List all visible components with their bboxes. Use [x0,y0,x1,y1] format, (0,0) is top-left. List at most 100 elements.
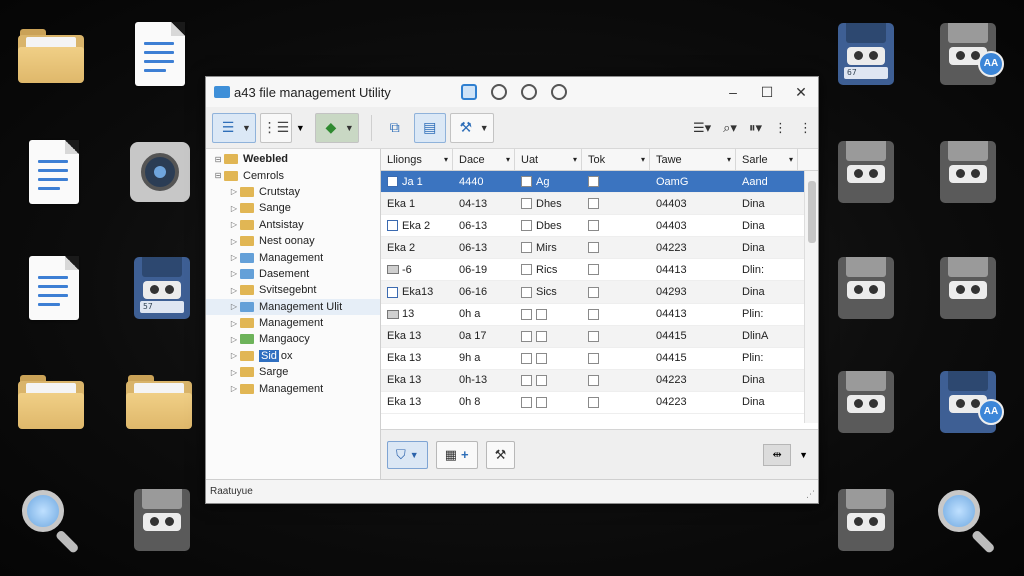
floppy-disk-icon[interactable]: 67 [834,18,898,90]
tree-node[interactable]: ▷ Svitsegebnt [206,282,380,298]
table-row[interactable]: Eka 13 9h a 04415 Plin: [381,348,818,370]
tools-action-button[interactable]: ⚒ [485,440,516,469]
tok-checkbox[interactable] [588,220,599,232]
tok-checkbox[interactable] [588,286,599,298]
tree-node[interactable]: ▷ Dasement [206,266,380,282]
tok-checkbox[interactable] [588,352,599,364]
expand-icon[interactable]: ▷ [228,368,240,377]
uat-checkbox[interactable] [521,352,532,364]
scrollbar-thumb[interactable] [808,181,816,243]
uat-checkbox-2[interactable] [536,374,547,386]
expand-icon[interactable]: ▷ [228,286,240,295]
floppy-disk-icon[interactable]: 57 [130,252,194,324]
settings-gear-icon[interactable] [490,84,507,100]
collapse-icon[interactable]: ⊟ [212,155,224,164]
document-icon[interactable] [22,252,86,324]
tok-checkbox[interactable] [588,198,599,210]
layout-toggle-button[interactable]: ⇹ [763,443,792,466]
document-icon[interactable] [22,136,86,208]
uat-checkbox-2[interactable] [536,352,547,364]
table-row[interactable]: Ja 1 4440 Ag OamG Aand [381,171,818,194]
tree-node[interactable]: ⊟ Weebled [206,151,380,167]
floppy-disk-icon[interactable] [834,136,898,208]
expand-icon[interactable]: ▷ [228,220,240,229]
tree-node[interactable]: ▷ Sange [206,200,380,216]
maximize-button[interactable]: ☐ [750,84,784,101]
column-header[interactable]: Sarle ▾ [736,149,798,170]
tok-checkbox[interactable] [588,374,599,386]
expand-icon[interactable]: ▷ [228,204,240,213]
expand-icon[interactable]: ▷ [228,302,240,311]
app-badge-icon[interactable] [460,84,477,100]
row-checkbox[interactable] [387,286,398,298]
tree-node[interactable]: ▷ Antsistay [206,217,380,233]
table-row[interactable]: Eka 2 06-13 Dbes 04403 Dina [381,215,818,238]
columns-icon[interactable]: ⏸▾ [749,120,762,136]
new-item-button[interactable]: ◆ ▼ [314,112,359,143]
close-button[interactable]: ✕ [784,84,818,101]
folder-icon[interactable] [126,366,192,438]
file-icon[interactable] [387,265,399,275]
expand-icon[interactable]: ▷ [228,384,240,393]
tree-view-button[interactable]: ⋮☰ [259,112,292,143]
column-header[interactable]: Dace ▾ [453,149,515,170]
floppy-disk-icon[interactable] [834,252,898,324]
resize-grip-icon[interactable]: ⋰ [806,489,815,500]
row-checkbox[interactable] [387,176,398,188]
column-header[interactable]: Tok ▾ [582,149,650,170]
collapse-icon[interactable]: ⊟ [212,171,224,180]
compass-icon[interactable] [550,84,567,100]
column-header[interactable]: Tawe ▾ [650,149,736,170]
document-button[interactable]: ▤ [413,112,446,143]
floppy-disk-icon[interactable] [130,484,194,556]
list-view-button[interactable]: ☰ ▼ [212,112,256,143]
expand-icon[interactable]: ▷ [228,237,240,246]
camera-icon[interactable] [128,136,192,208]
title-bar[interactable]: a43 file management Utility – ☐ ✕ [206,77,818,107]
search-icon[interactable]: ⌕▾ [723,120,737,136]
table-row[interactable]: Eka 13 0h 8 04223 Dina [381,392,818,415]
expand-icon[interactable]: ▷ [228,351,240,360]
tree-node[interactable]: ▷ Mangaocy [206,331,380,347]
expand-icon[interactable]: ▷ [228,253,240,262]
uat-checkbox[interactable] [521,330,532,342]
uat-checkbox[interactable] [521,286,532,298]
tree-node[interactable]: ⊟ Cemrols [206,167,380,183]
more-icon-2[interactable]: ⋮ [799,120,812,136]
uat-checkbox-2[interactable] [536,396,547,408]
floppy-disk-icon[interactable] [834,484,898,556]
uat-checkbox[interactable] [521,176,532,188]
expand-icon[interactable]: ▷ [228,319,240,328]
uat-checkbox-2[interactable] [536,308,547,320]
uat-checkbox[interactable] [521,220,532,232]
tree-node[interactable]: ▷ Crutstay [206,184,380,200]
tree-node[interactable]: ▷ Sarge [206,364,380,380]
floppy-disk-icon[interactable] [936,252,1000,324]
tok-checkbox[interactable] [588,396,599,408]
magnifier-icon[interactable] [20,484,84,556]
table-row[interactable]: Eka 1 04-13 Dhes 04403 Dina [381,193,818,216]
add-button[interactable]: ▦ + [435,440,478,469]
tok-checkbox[interactable] [588,264,599,276]
chevron-down-icon[interactable]: ▼ [799,450,808,460]
uat-checkbox[interactable] [521,374,532,386]
table-row[interactable]: Eka 13 0a 17 04415 DlinA [381,325,818,348]
uat-checkbox-2[interactable] [536,330,547,342]
table-row[interactable]: Eka 13 0h-13 04223 Dina [381,369,818,392]
uat-checkbox[interactable] [521,198,532,210]
floppy-disk-icon[interactable] [834,366,898,438]
table-row[interactable]: 13 0h a 04413 Plin: [381,304,818,326]
tree-node[interactable]: ▷ Management [206,380,380,396]
row-checkbox[interactable] [387,220,398,232]
more-icon[interactable]: ⋮ [774,120,787,136]
tools-button[interactable]: ⚒ ▼ [449,112,494,143]
expand-icon[interactable]: ▷ [228,187,240,196]
column-header[interactable]: Uat ▾ [515,149,582,170]
magnifier-icon[interactable] [936,484,1000,556]
vertical-scrollbar[interactable] [804,171,818,423]
tok-checkbox[interactable] [588,308,599,320]
table-row[interactable]: Eka 2 06-13 Mirs 04223 Dina [381,237,818,260]
table-row[interactable]: -6 06-19 Rics 04413 Dlin: [381,259,818,282]
uat-checkbox[interactable] [521,264,532,276]
column-header[interactable]: Lliongs ▾ [381,149,453,170]
